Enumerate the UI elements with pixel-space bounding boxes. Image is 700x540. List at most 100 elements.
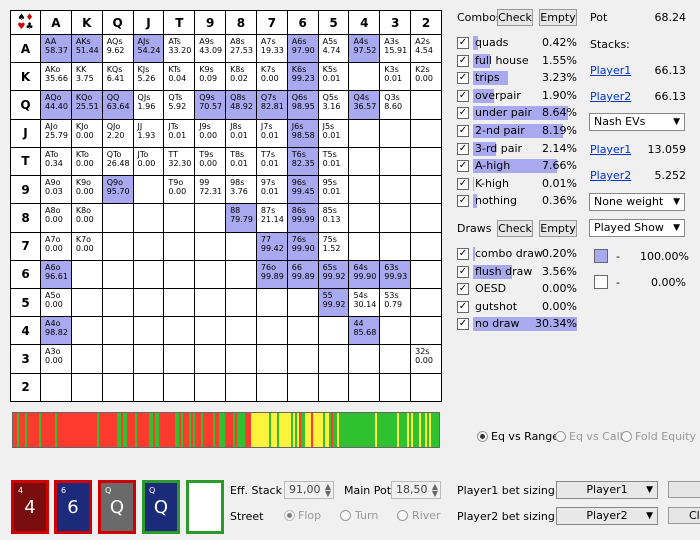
- legend-swatch-full[interactable]: [594, 249, 608, 263]
- hand-cell[interactable]: [225, 316, 257, 346]
- hand-cell[interactable]: JTo 0.00: [132, 146, 165, 177]
- hand-cell[interactable]: [379, 316, 412, 346]
- hand-cell[interactable]: [163, 372, 196, 403]
- hand-cell[interactable]: ATo 0.34: [40, 146, 72, 177]
- draws-row[interactable]: ✓ flush draw 3.56%: [457, 264, 577, 281]
- grid-row-header[interactable]: 6: [10, 259, 41, 289]
- hand-cell[interactable]: [410, 372, 442, 403]
- hand-cell[interactable]: [194, 231, 227, 261]
- hand-cell[interactable]: [194, 372, 227, 403]
- hand-cell[interactable]: TT 32.30: [163, 146, 196, 177]
- hand-cell[interactable]: T6s 82.35: [286, 146, 319, 177]
- grid-col-header[interactable]: T: [163, 10, 196, 35]
- hand-cell[interactable]: [163, 316, 196, 346]
- hand-cell[interactable]: [225, 372, 257, 403]
- hand-cell[interactable]: [70, 316, 103, 346]
- grid-row-header[interactable]: 2: [10, 372, 41, 403]
- checkbox[interactable]: ✓: [457, 160, 469, 173]
- hand-cell[interactable]: K8s 0.02: [225, 62, 257, 92]
- combos-row[interactable]: ✓ K-high 0.01%: [457, 176, 577, 193]
- draws-row[interactable]: ✓ no draw 30.34%: [457, 316, 577, 333]
- hand-cell[interactable]: [101, 372, 134, 403]
- combos-row[interactable]: ✓ 3-rd pair 2.14%: [457, 141, 577, 158]
- hand-cell[interactable]: [70, 259, 103, 289]
- hand-cell[interactable]: 99 72.31: [194, 175, 227, 205]
- grid-row-header[interactable]: 4: [10, 316, 41, 346]
- hand-cell[interactable]: 85s 0.13: [317, 203, 350, 233]
- hand-cell[interactable]: K9o 0.00: [70, 175, 103, 205]
- hand-cell[interactable]: A7s 19.33: [255, 33, 288, 64]
- hand-cell[interactable]: [379, 372, 412, 403]
- hand-cell[interactable]: 97s 0.01: [255, 175, 288, 205]
- hand-cell[interactable]: [348, 146, 381, 177]
- hand-cell[interactable]: [194, 316, 227, 346]
- hand-cell[interactable]: K2s 0.00: [410, 62, 442, 92]
- checkbox[interactable]: ✓: [457, 265, 469, 278]
- combos-check-button[interactable]: Check: [497, 9, 533, 26]
- eq-vs-call-radio[interactable]: [555, 431, 566, 442]
- hand-cell[interactable]: [132, 344, 165, 374]
- player1-bet-sizing-extra-button[interactable]: [668, 481, 700, 498]
- hand-cell[interactable]: [317, 372, 350, 403]
- hand-cell[interactable]: A5o 0.00: [40, 287, 72, 318]
- hand-cell[interactable]: [163, 231, 196, 261]
- hand-cell[interactable]: [348, 372, 381, 403]
- hand-cell[interactable]: A4s 97.52: [348, 33, 381, 64]
- played-select[interactable]: Played Show ▼: [589, 219, 685, 237]
- legend-swatch-empty[interactable]: [594, 275, 608, 289]
- hand-cell[interactable]: QQ 63.64: [101, 90, 134, 120]
- hand-cell[interactable]: Q4s 36.57: [348, 90, 381, 120]
- hand-cell[interactable]: 76o 99.89: [255, 259, 288, 289]
- hand-cell[interactable]: 64s 99.90: [348, 259, 381, 289]
- ev-player2-link[interactable]: Player2: [590, 169, 631, 182]
- grid-col-header[interactable]: Q: [101, 10, 134, 35]
- hand-cell[interactable]: QTo 26.48: [101, 146, 134, 177]
- grid-row-header[interactable]: A: [10, 33, 41, 64]
- checkbox[interactable]: ✓: [457, 283, 469, 296]
- hand-cell[interactable]: [286, 287, 319, 318]
- grid-col-header[interactable]: 6: [286, 10, 319, 35]
- hand-cell[interactable]: [225, 344, 257, 374]
- hand-cell[interactable]: [379, 146, 412, 177]
- hand-cell[interactable]: [410, 203, 442, 233]
- hand-cell[interactable]: 87s 21.14: [255, 203, 288, 233]
- hand-cell[interactable]: 98s 3.76: [225, 175, 257, 205]
- hand-cell[interactable]: J8s 0.01: [225, 118, 257, 148]
- hand-cell[interactable]: 65s 99.92: [317, 259, 350, 289]
- hand-cell[interactable]: T9o 0.00: [163, 175, 196, 205]
- checkbox[interactable]: ✓: [457, 125, 469, 137]
- hand-cell[interactable]: A3s 15.91: [379, 33, 412, 64]
- grid-row-header[interactable]: 5: [10, 287, 41, 318]
- combos-row[interactable]: ✓ 2-nd pair 8.19%: [457, 123, 577, 140]
- combos-row[interactable]: ✓ quads 0.42%: [457, 35, 577, 52]
- hand-cell[interactable]: 77 99.42: [255, 231, 288, 261]
- hand-cell[interactable]: [163, 203, 196, 233]
- hand-cell[interactable]: 66 99.89: [286, 259, 319, 289]
- hand-cell[interactable]: [286, 344, 319, 374]
- hand-cell[interactable]: [101, 287, 134, 318]
- ev-mode-select[interactable]: Nash EVs ▼: [589, 113, 685, 131]
- combos-row[interactable]: ✓ full house 1.55%: [457, 53, 577, 70]
- hand-cell[interactable]: QJo 2.20: [101, 118, 134, 148]
- street-turn-radio[interactable]: [340, 510, 351, 521]
- hand-cell[interactable]: [132, 259, 165, 289]
- hand-cell[interactable]: Q5s 3.16: [317, 90, 350, 120]
- hand-cell[interactable]: AA 58.37: [40, 33, 72, 64]
- hand-cell[interactable]: [286, 372, 319, 403]
- hand-cell[interactable]: Q7s 82.81: [255, 90, 288, 120]
- hand-cell[interactable]: [379, 203, 412, 233]
- checkbox[interactable]: ✓: [457, 37, 469, 49]
- checkbox[interactable]: ✓: [457, 89, 469, 102]
- stack-player1-link[interactable]: Player1: [590, 64, 631, 77]
- grid-row-header[interactable]: 7: [10, 231, 41, 261]
- hand-cell[interactable]: Q6s 98.95: [286, 90, 319, 120]
- hand-cell[interactable]: JJ 1.93: [132, 118, 165, 148]
- hand-cell[interactable]: T9s 0.00: [194, 146, 227, 177]
- hand-cell[interactable]: 63s 99.93: [379, 259, 412, 289]
- hand-cell[interactable]: [194, 344, 227, 374]
- hand-cell[interactable]: 96s 99.45: [286, 175, 319, 205]
- hand-cell[interactable]: [410, 287, 442, 318]
- hand-cell[interactable]: K3s 0.01: [379, 62, 412, 92]
- hand-cell[interactable]: JTs 0.01: [163, 118, 196, 148]
- hand-cell[interactable]: [194, 287, 227, 318]
